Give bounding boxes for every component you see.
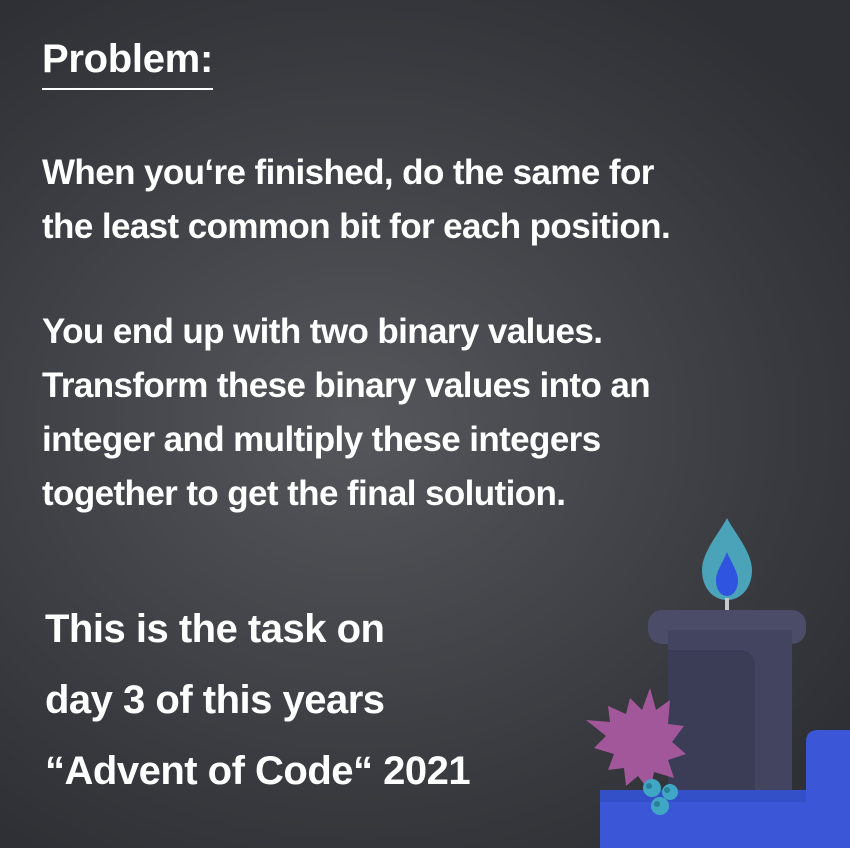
paragraph-line: Transform these binary values into an xyxy=(42,366,651,405)
paragraph-line: integer and multiply these integers xyxy=(42,420,601,459)
task-info: This is the task on day 3 of this years … xyxy=(45,594,471,807)
paragraph-line: When you‘re finished, do the same for xyxy=(42,153,654,192)
problem-paragraph-2: You end up with two binary values. Trans… xyxy=(42,305,651,521)
wick xyxy=(725,598,729,610)
problem-paragraph-1: When you‘re finished, do the same for th… xyxy=(42,146,671,254)
candle-with-holly-icon xyxy=(586,518,850,848)
task-line: This is the task on xyxy=(45,607,385,651)
task-line: “Advent of Code“ 2021 xyxy=(45,749,471,793)
problem-heading: Problem: xyxy=(42,30,213,90)
flame-icon xyxy=(702,518,752,600)
paragraph-line: together to get the final solution. xyxy=(42,474,566,513)
paragraph-line: the least common bit for each position. xyxy=(42,207,671,246)
paragraph-line: You end up with two binary values. xyxy=(42,312,603,351)
task-line: day 3 of this years xyxy=(45,678,385,722)
